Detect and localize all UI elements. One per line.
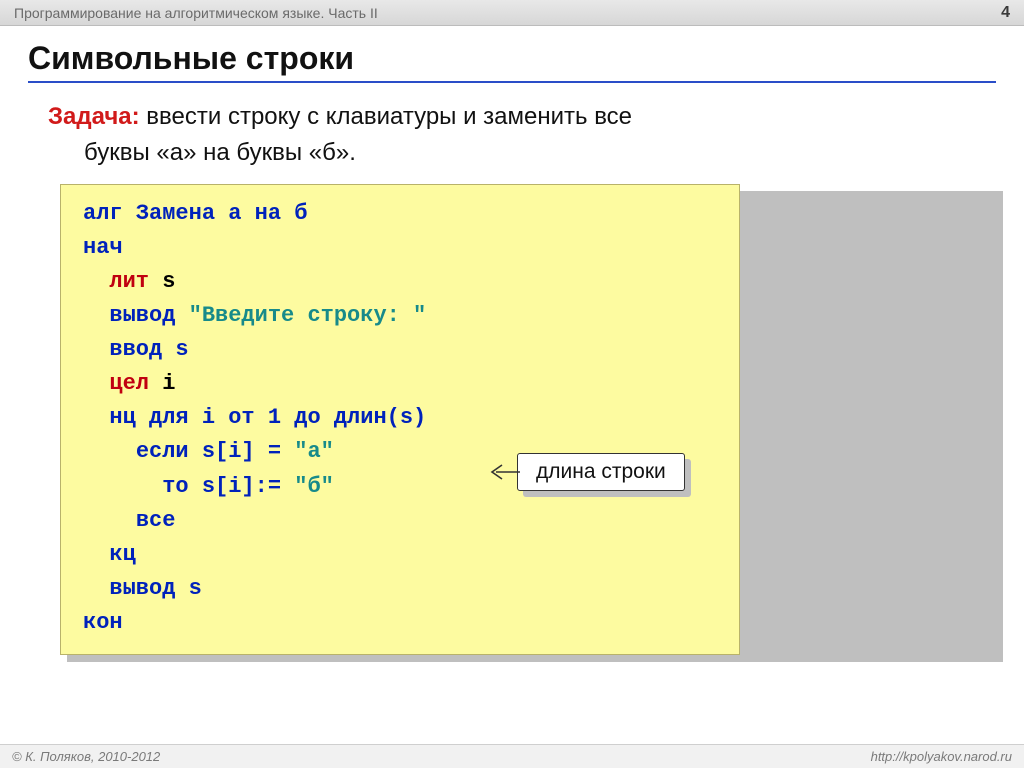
kw-alg: алг [83, 201, 136, 226]
kw-vse: все [136, 508, 176, 533]
fn-dlin: длин [334, 405, 387, 430]
kw-nc: нц для i от 1 до [109, 405, 333, 430]
kw-kc: кц [109, 542, 135, 567]
callout-box: длина строки [517, 453, 685, 491]
footer-url: http://kpolyakov.narod.ru [871, 749, 1012, 764]
str-a: "а" [294, 439, 334, 464]
code-box: алг Замена а на б нач лит s вывод "Введи… [60, 184, 740, 655]
kw-esli: если s[i] = [136, 439, 294, 464]
page-number: 4 [1001, 4, 1010, 22]
str-b: "б" [294, 474, 334, 499]
kw-vvod: ввод s [109, 337, 188, 362]
alg-name: Замена а на б [136, 201, 308, 226]
breadcrumb: Программирование на алгоритмическом язык… [14, 5, 378, 21]
nc-tail: (s) [387, 405, 427, 430]
task-label: Задача: [48, 103, 140, 130]
code-block: алг Замена а на б нач лит s вывод "Введи… [60, 184, 996, 655]
kw-nach: нач [83, 235, 123, 260]
var-s: s [149, 269, 175, 294]
header-bar: Программирование на алгоритмическом язык… [0, 0, 1024, 26]
callout-text: длина строки [536, 460, 666, 483]
var-i: i [149, 371, 175, 396]
kw-vyvod2: вывод s [109, 576, 201, 601]
code: алг Замена а на б нач лит s вывод "Введи… [83, 197, 717, 640]
kw-to: то s[i]:= [162, 474, 294, 499]
kw-vyvod1: вывод [109, 303, 188, 328]
kw-lit: лит [109, 269, 149, 294]
copyright: © К. Поляков, 2010-2012 [12, 749, 160, 764]
str-prompt: "Введите строку: " [189, 303, 427, 328]
task-line-2: буквы «а» на буквы «б». [84, 137, 996, 169]
slide-title: Символьные строки [28, 40, 996, 77]
callout: длина строки [517, 453, 685, 491]
kw-kon: кон [83, 610, 123, 635]
arrow-left-icon [490, 460, 520, 484]
kw-cel: цел [109, 371, 149, 396]
footer: © К. Поляков, 2010-2012 http://kpolyakov… [0, 744, 1024, 768]
slide-content: Символьные строки Задача: ввести строку … [0, 26, 1024, 655]
title-underline [28, 81, 996, 83]
task-text-1: ввести строку с клавиатуры и заменить вс… [140, 103, 632, 130]
task-line-1: Задача: ввести строку с клавиатуры и зам… [48, 101, 996, 133]
